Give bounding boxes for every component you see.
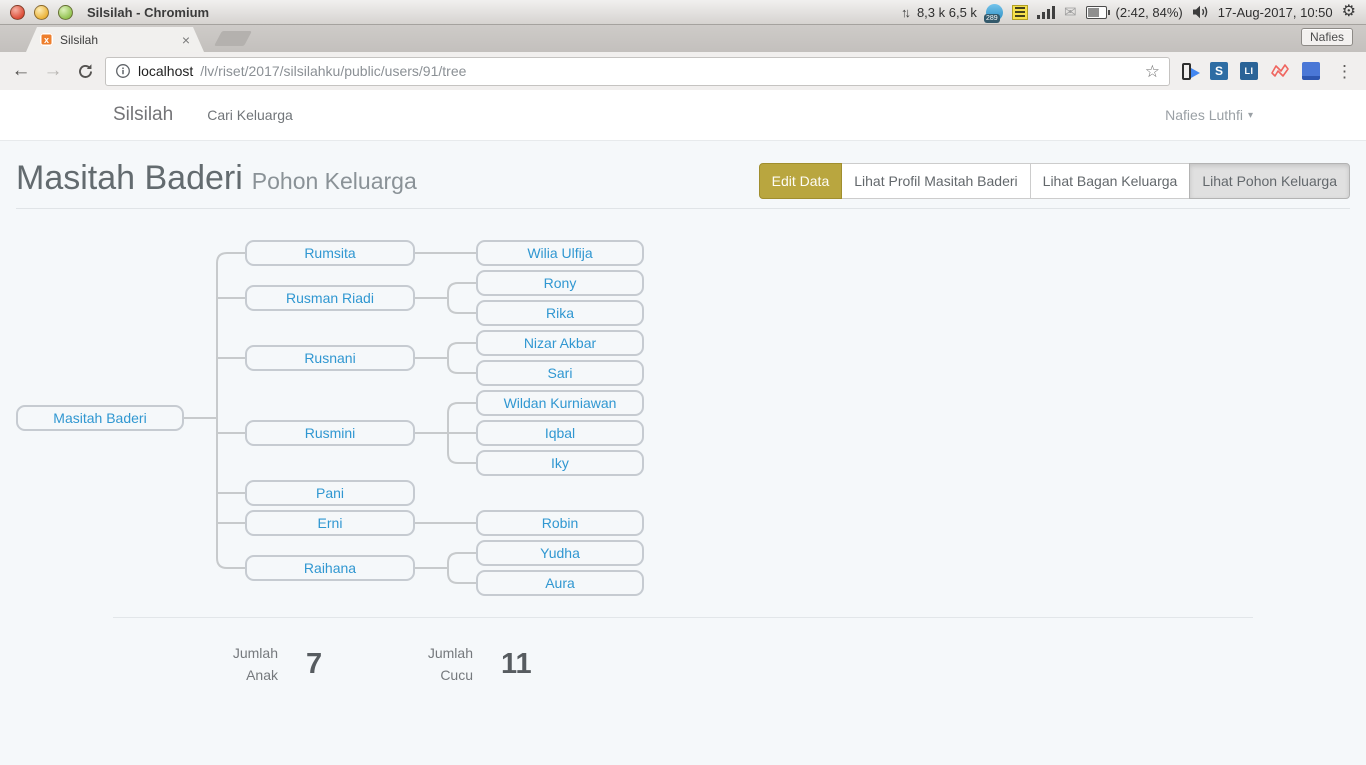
tree-node[interactable]: Aura [476,570,644,596]
tree-node[interactable]: Nizar Akbar [476,330,644,356]
reload-button[interactable] [73,59,97,83]
nav-link-cari-keluarga[interactable]: Cari Keluarga [207,107,293,123]
family-tree: Masitah Baderi Rumsita Wilia Ulfija Rusman … [0,230,700,610]
window-minimize-button[interactable] [34,5,49,20]
footer-divider [113,617,1253,618]
page-info-icon[interactable] [115,63,131,79]
page-subtitle: Pohon Keluarga [252,168,417,194]
tree-node[interactable]: Iqbal [476,420,644,446]
window-maximize-button[interactable] [58,5,73,20]
network-speed-text: 8,3 k 6,5 k [917,5,977,20]
blue-extension-icon[interactable] [1302,62,1320,80]
tree-node[interactable]: Robin [476,510,644,536]
url-bar[interactable]: localhost /lv/riset/2017/silsilahku/publ… [105,57,1170,86]
bookmark-star-icon[interactable]: ☆ [1145,63,1160,80]
url-path: /lv/riset/2017/silsilahku/public/users/9… [200,63,1137,79]
xampp-favicon: x [40,33,53,46]
tree-node[interactable]: Pani [245,480,415,506]
site-navbar: Silsilah Cari Keluarga Nafies Luthfi ▾ [0,90,1366,141]
tree-node[interactable]: Iky [476,450,644,476]
li-extension-icon[interactable]: LI [1240,62,1258,80]
screen: Silsilah - Chromium ↑↓ 8,3 k 6,5 k 289 ✉… [0,0,1366,765]
edit-data-button[interactable]: Edit Data [759,163,843,199]
stat-anak-value: 7 [306,648,322,681]
tree-node[interactable]: Rika [476,300,644,326]
tree-node[interactable]: Rusmini [245,420,415,446]
tree-node[interactable]: Rumsita [245,240,415,266]
tab-close-icon[interactable]: × [182,33,190,47]
header-divider [16,208,1350,209]
tree-node[interactable]: Rusman Riadi [245,285,415,311]
tree-node[interactable]: Rony [476,270,644,296]
laravel-extension-icon[interactable] [1270,63,1290,79]
battery-text: (2:42, 84%) [1116,5,1183,20]
browser-tab-strip: x Silsilah × [0,25,1366,52]
browser-tab[interactable]: x Silsilah × [26,27,204,52]
network-traffic-icon[interactable]: ↑↓ [901,5,908,20]
volume-icon[interactable] [1192,5,1209,19]
user-dropdown[interactable]: Nafies Luthfi ▾ [1165,107,1253,123]
battery-icon[interactable] [1086,6,1107,19]
user-name: Nafies Luthfi [1165,107,1243,123]
network-signal-icon[interactable] [1037,5,1055,19]
tab-title: Silsilah [60,33,98,47]
url-host: localhost [138,63,193,79]
page-title: Masitah Baderi Pohon Keluarga [16,159,417,198]
tree-node[interactable]: Wildan Kurniawan [476,390,644,416]
extensions-row: S LI [1182,62,1320,80]
window-close-button[interactable] [10,5,25,20]
tree-node[interactable]: Raihana [245,555,415,581]
new-tab-button[interactable] [214,31,252,46]
person-name-heading: Masitah Baderi [16,159,243,197]
app-indicator-icon[interactable]: 289 [986,4,1003,21]
settings-gear-icon[interactable]: ⚙ [1342,4,1356,20]
lihat-bagan-button[interactable]: Lihat Bagan Keluarga [1030,163,1191,199]
browser-menu-icon[interactable]: ⋮ [1332,63,1357,80]
tree-node[interactable]: Yudha [476,540,644,566]
stat-cucu-value: 11 [501,648,532,681]
s-extension-icon[interactable]: S [1210,62,1228,80]
tray-tooltip: Nafies [1301,28,1353,46]
mail-icon[interactable]: ✉ [1064,5,1077,20]
clock-text: 17-Aug-2017, 10:50 [1218,5,1333,20]
tree-node[interactable]: Masitah Baderi [16,405,184,431]
system-tray: ↑↓ 8,3 k 6,5 k 289 ✉ (2:42, 84%) 17-Aug-… [901,4,1356,21]
stat-cucu-label: Jumlah Cucu [323,642,473,686]
tree-node[interactable]: Erni [245,510,415,536]
action-button-group: Edit Data Lihat Profil Masitah Baderi Li… [759,163,1350,199]
stat-anak-label: Jumlah Anak [128,642,278,686]
os-titlebar: Silsilah - Chromium ↑↓ 8,3 k 6,5 k 289 ✉… [0,0,1366,25]
push-to-phone-extension-icon[interactable] [1182,63,1198,80]
lihat-profil-button[interactable]: Lihat Profil Masitah Baderi [841,163,1030,199]
lihat-pohon-button[interactable]: Lihat Pohon Keluarga [1189,163,1350,199]
page-content: Masitah Baderi Pohon Keluarga Edit Data L… [0,140,1366,765]
forward-button[interactable]: → [41,59,65,83]
browser-toolbar: ← → localhost /lv/riset/2017/silsilahku/… [0,52,1366,90]
tree-node[interactable]: Rusnani [245,345,415,371]
tree-node[interactable]: Sari [476,360,644,386]
window-title: Silsilah - Chromium [87,5,209,20]
brand-link[interactable]: Silsilah [113,104,173,126]
notes-indicator-icon[interactable] [1012,5,1028,20]
tree-node[interactable]: Wilia Ulfija [476,240,644,266]
caret-down-icon: ▾ [1248,110,1253,121]
badge-count: 289 [984,14,1000,23]
back-button[interactable]: ← [9,59,33,83]
